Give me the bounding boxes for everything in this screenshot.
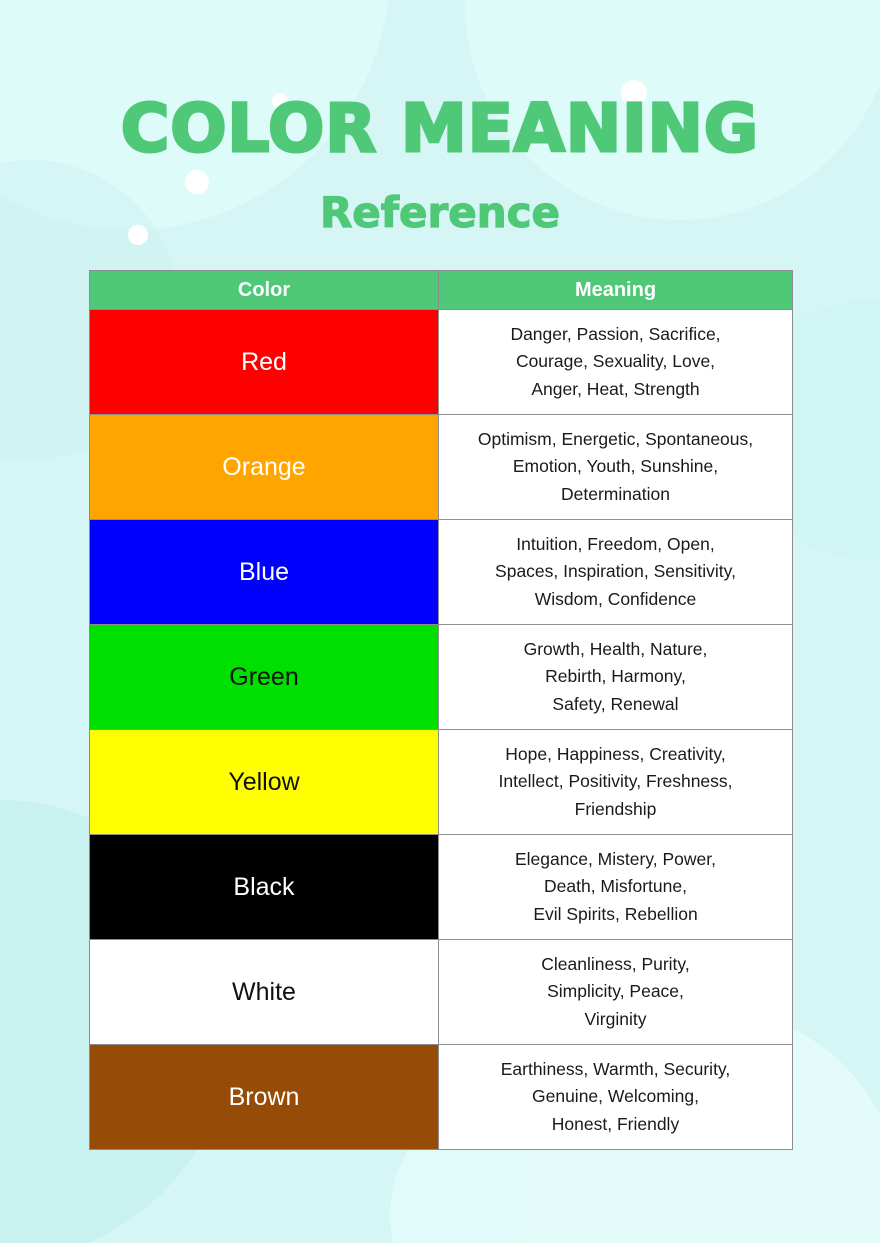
meaning-line: Intuition, Freedom, Open,	[516, 534, 715, 555]
meaning-line: Safety, Renewal	[552, 693, 679, 714]
table-row: Red Danger, Passion, Sacrifice, Courage, S…	[89, 309, 793, 415]
table-row: Blue Intuition, Freedom, Open, Spaces, Ins…	[89, 519, 793, 625]
color-name-label: Red	[241, 347, 287, 376]
color-meaning-cell: Optimism, Energetic, Spontaneous, Emotion…	[438, 414, 793, 520]
meaning-line: Genuine, Welcoming,	[532, 1086, 699, 1107]
color-swatch-cell: Black	[89, 834, 439, 940]
color-swatch-cell: Yellow	[89, 729, 439, 835]
color-meaning-cell: Elegance, Mistery, Power, Death, Misfortu…	[438, 834, 793, 940]
meaning-line: Hope, Happiness, Creativity,	[505, 744, 726, 765]
meaning-line: Cleanliness, Purity,	[541, 954, 690, 975]
meaning-line: Emotion, Youth, Sunshine,	[512, 456, 719, 477]
meaning-line: Death, Misfortune,	[544, 876, 687, 897]
table-row: Green Growth, Health, Nature, Rebirth, Har…	[89, 624, 793, 730]
color-meaning-cell: Hope, Happiness, Creativity, Intellect, P…	[438, 729, 793, 835]
meaning-line: Intellect, Positivity, Freshness,	[498, 771, 733, 792]
page-subtitle: Reference	[319, 188, 561, 237]
color-swatch-cell: Orange	[89, 414, 439, 520]
meaning-line: Virginity	[584, 1008, 647, 1029]
color-meaning-cell: Growth, Health, Nature, Rebirth, Harmony,…	[438, 624, 793, 730]
color-meaning-cell: Intuition, Freedom, Open, Spaces, Inspira…	[438, 519, 793, 625]
meaning-line: Anger, Heat, Strength	[531, 378, 700, 399]
color-meaning-table: Color Meaning Red Danger, Passion, Sacrif…	[89, 270, 793, 1150]
color-meaning-poster: COLOR MEANING Reference Color Meaning Re…	[0, 0, 880, 1243]
column-header-meaning: Meaning	[438, 270, 793, 310]
color-name-label: Yellow	[228, 767, 300, 796]
meaning-line: Friendship	[574, 798, 657, 819]
meaning-line: Courage, Sexuality, Love,	[515, 351, 716, 372]
table-row: Orange Optimism, Energetic, Spontaneous, E…	[89, 414, 793, 520]
color-name-label: Orange	[222, 452, 306, 481]
color-swatch-cell: Brown	[89, 1044, 439, 1150]
meaning-line: Rebirth, Harmony,	[545, 666, 686, 687]
table-row: Yellow Hope, Happiness, Creativity, Intell…	[89, 729, 793, 835]
meaning-line: Determination	[561, 483, 670, 504]
meaning-line: Earthiness, Warmth, Security,	[500, 1059, 731, 1080]
decorative-dot	[185, 170, 209, 194]
color-name-label: Green	[229, 662, 299, 691]
column-header-color: Color	[89, 270, 439, 310]
color-meaning-cell: Danger, Passion, Sacrifice, Courage, Sexu…	[438, 309, 793, 415]
color-swatch-cell: White	[89, 939, 439, 1045]
color-meaning-cell: Earthiness, Warmth, Security, Genuine, We…	[438, 1044, 793, 1150]
meaning-line: Evil Spirits, Rebellion	[533, 903, 698, 924]
color-name-label: Blue	[238, 557, 290, 586]
meaning-line: Growth, Health, Nature,	[523, 639, 708, 660]
meaning-line: Simplicity, Peace,	[547, 981, 684, 1002]
color-swatch-cell: Red	[89, 309, 439, 415]
color-name-label: Black	[233, 872, 295, 901]
table-row: Brown Earthiness, Warmth, Security, Genuin…	[89, 1044, 793, 1150]
color-table-container: Color Meaning Red Danger, Passion, Sacrif…	[89, 270, 793, 1150]
table-header: Color Meaning	[89, 270, 793, 310]
meaning-line: Elegance, Mistery, Power,	[514, 849, 716, 870]
meaning-line: Optimism, Energetic, Spontaneous,	[477, 429, 754, 450]
color-swatch-cell: Green	[89, 624, 439, 730]
table-row: Black Elegance, Mistery, Power, Death, Mis…	[89, 834, 793, 940]
table-row: White Cleanliness, Purity, Simplicity, Pea…	[89, 939, 793, 1045]
meaning-line: Spaces, Inspiration, Sensitivity,	[495, 561, 736, 582]
color-name-label: Brown	[228, 1082, 300, 1111]
table-header-row: Color Meaning	[89, 270, 793, 310]
meaning-line: Honest, Friendly	[551, 1113, 680, 1134]
page-title: COLOR MEANING	[119, 90, 760, 167]
color-meaning-cell: Cleanliness, Purity, Simplicity, Peace, Vi…	[438, 939, 793, 1045]
meaning-line: Danger, Passion, Sacrifice,	[510, 324, 721, 345]
color-swatch-cell: Blue	[89, 519, 439, 625]
meaning-line: Wisdom, Confidence	[534, 588, 697, 609]
table-body: Red Danger, Passion, Sacrifice, Courage, S…	[89, 309, 793, 1150]
color-name-label: White	[232, 977, 296, 1006]
